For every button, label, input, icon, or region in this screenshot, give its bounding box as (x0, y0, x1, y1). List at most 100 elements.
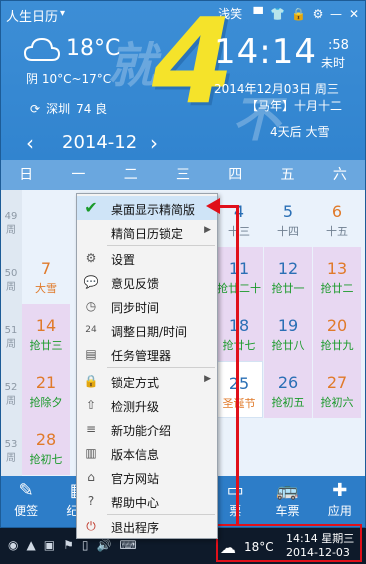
weekday-sun: 日 (19, 167, 34, 183)
refresh-icon[interactable]: ⟳ (30, 102, 40, 116)
upgrade-icon: ⇧ (85, 398, 97, 412)
weekday-thu: 四 (228, 167, 243, 183)
weekday-fri: 五 (280, 167, 295, 183)
week-number: 51 周 (4, 325, 18, 350)
battery-icon[interactable]: ▯ (82, 538, 89, 552)
day-cell[interactable]: 28 抢初七 (22, 418, 70, 475)
current-month[interactable]: 2014-12 (62, 132, 137, 153)
gear-icon[interactable]: ⚙ (312, 7, 324, 21)
menu-item-check-update[interactable]: ⇧ 检测升级 (77, 393, 217, 417)
taskbar-clock-widget[interactable]: ☁ 18°C 14:14 星期三 2014-12-03 (216, 524, 362, 562)
weekday-tue: 二 (123, 167, 138, 183)
notes-icon: ✎ (18, 480, 34, 501)
tray-time: 14:14 星期三 (286, 532, 355, 545)
context-menu: ✔ 桌面显示精简版 精简日历锁定 ▶ ⚙ 设置 💬 意见反馈 ◷ 同步时间 24 调整日期/… (76, 193, 218, 539)
menu-item-task-manager[interactable]: ▤ 任务管理器 (77, 342, 217, 366)
prev-month-icon[interactable]: ‹ (26, 131, 34, 155)
flag-icon[interactable]: ⚑ (63, 538, 74, 552)
app-menu-caret-icon[interactable]: ▾ (60, 8, 65, 19)
weekday-header: 日 一 二 三 四 五 六 (0, 160, 366, 190)
week-number: 53 周 (4, 439, 18, 464)
tray-cloud-icon: ☁ (220, 538, 236, 557)
submenu-arrow-icon: ▶ (204, 374, 211, 384)
submenu-arrow-icon: ▶ (204, 225, 211, 235)
home-icon: ⌂ (87, 470, 95, 484)
day-cell[interactable]: 27 抢初六 (313, 361, 361, 418)
day-cell[interactable]: 12 抢廿一 (264, 247, 312, 304)
location-name[interactable]: 深圳 (46, 100, 70, 117)
close-icon[interactable]: ✕ (348, 7, 360, 21)
menu-item-lock-mode[interactable]: 🔒 锁定方式 ▶ (77, 369, 217, 393)
features-icon: ≡ (85, 422, 97, 436)
air-quality: 74 良 (76, 102, 108, 116)
day-cell[interactable]: 18抢廿七 (215, 304, 263, 361)
day-cell[interactable]: 19 抢廿八 (264, 304, 312, 361)
task-manager-icon: ▤ (85, 347, 97, 361)
week-number: 49 周 (4, 211, 18, 236)
clock-icon: ◷ (85, 299, 97, 313)
cloud-icon (24, 37, 60, 61)
lunar-date: 【马年】十月十二 (246, 99, 343, 113)
menu-item-feedback[interactable]: 💬 意见反馈 (77, 270, 217, 294)
location-row: ⟳ 深圳 74 良 (30, 100, 107, 117)
keyboard-icon[interactable]: ⌨ (119, 538, 136, 552)
app-tray-icon[interactable]: ▣ (44, 538, 55, 552)
weather-range: 阴 10°C~17°C (26, 72, 112, 86)
notes-button[interactable]: ✎ 便签 (0, 476, 52, 528)
day-cell[interactable]: 25圣诞节 (215, 361, 263, 418)
day-cell[interactable]: 13 抢廿二 (313, 247, 361, 304)
day-cell[interactable]: 11抢廿二十 (215, 247, 263, 304)
chinese-hour-label: 未时 (321, 56, 346, 70)
tray-temperature: 18°C (244, 540, 274, 554)
lock-icon: 🔒 (83, 374, 99, 388)
power-icon: ⏻ (86, 519, 96, 533)
annotation-arrow-head-icon (206, 198, 220, 214)
day-cell[interactable]: 20 抢廿九 (313, 304, 361, 361)
day-cell[interactable]: 26 抢初五 (264, 361, 312, 418)
menu-item-settings[interactable]: ⚙ 设置 (77, 246, 217, 270)
current-date: 2014年12月03日 周三 (214, 82, 339, 96)
check-icon: ✔ (84, 198, 98, 217)
day-cell[interactable]: 21 抢除夕 (22, 361, 70, 418)
lock-icon[interactable]: 🔒 (291, 7, 306, 21)
skin-icon[interactable]: ▀ (252, 7, 264, 21)
menu-item-version[interactable]: ▥ 版本信息 (77, 441, 217, 465)
next-month-icon[interactable]: › (150, 131, 158, 155)
version-icon: ▥ (85, 446, 97, 460)
network-icon[interactable]: ◉ (8, 538, 18, 552)
week-number-column: 49 周 50 周 51 周 52 周 53 周 (0, 190, 22, 476)
menu-item-desktop-simple[interactable]: ✔ 桌面显示精简版 (77, 196, 217, 220)
minimize-icon[interactable]: — (330, 7, 342, 21)
app-name[interactable]: 人生日历 (6, 6, 58, 25)
gear-icon: ⚙ (85, 251, 97, 265)
help-icon: ? (87, 494, 95, 508)
day-cell[interactable]: 14 抢廿三 (22, 304, 70, 361)
feedback-icon: 💬 (83, 275, 99, 289)
clock-time: 14:14 (214, 32, 317, 72)
day-cell[interactable]: 6 十五 (313, 190, 361, 247)
menu-item-help[interactable]: ? 帮助中心 (77, 489, 217, 513)
menu-item-sync-time[interactable]: ◷ 同步时间 (77, 294, 217, 318)
menu-item-adjust-datetime[interactable]: 24 调整日期/时间 (77, 318, 217, 342)
week-number: 52 周 (4, 382, 18, 407)
tray-expand-icon[interactable]: ▲ (26, 538, 35, 552)
menu-item-website[interactable]: ⌂ 官方网站 (77, 465, 217, 489)
tray-icons: ◉ ▲ ▣ ⚑ ▯ 🔊 ⌨ (8, 538, 137, 552)
weekday-wed: 三 (175, 167, 190, 183)
train-ticket-button[interactable]: 🚌 车票 (261, 476, 313, 528)
week-number: 50 周 (4, 268, 18, 293)
apps-button[interactable]: ✚ 应用 (314, 476, 366, 528)
menu-item-lock-simple[interactable]: 精简日历锁定 ▶ (77, 220, 217, 244)
shirt-icon[interactable]: 👕 (270, 7, 285, 21)
volume-icon[interactable]: 🔊 (96, 538, 111, 552)
menu-item-new-features[interactable]: ≡ 新功能介绍 (77, 417, 217, 441)
day-cell[interactable]: 7 大雪 (22, 247, 70, 304)
weather-temperature[interactable]: 18°C (66, 36, 120, 61)
apps-icon: ✚ (332, 480, 348, 501)
title-bar-controls: 浅笑 ▀ 👕 🔒 ⚙ — ✕ (218, 5, 360, 22)
month-nav: ‹ 2014-12 › (0, 128, 366, 158)
day-cell[interactable]: 5 十四 (264, 190, 312, 247)
menu-item-exit[interactable]: ⏻ 退出程序 (77, 514, 217, 538)
weekday-mon: 一 (71, 167, 86, 183)
day-cell[interactable]: 4 十三 (215, 190, 263, 247)
